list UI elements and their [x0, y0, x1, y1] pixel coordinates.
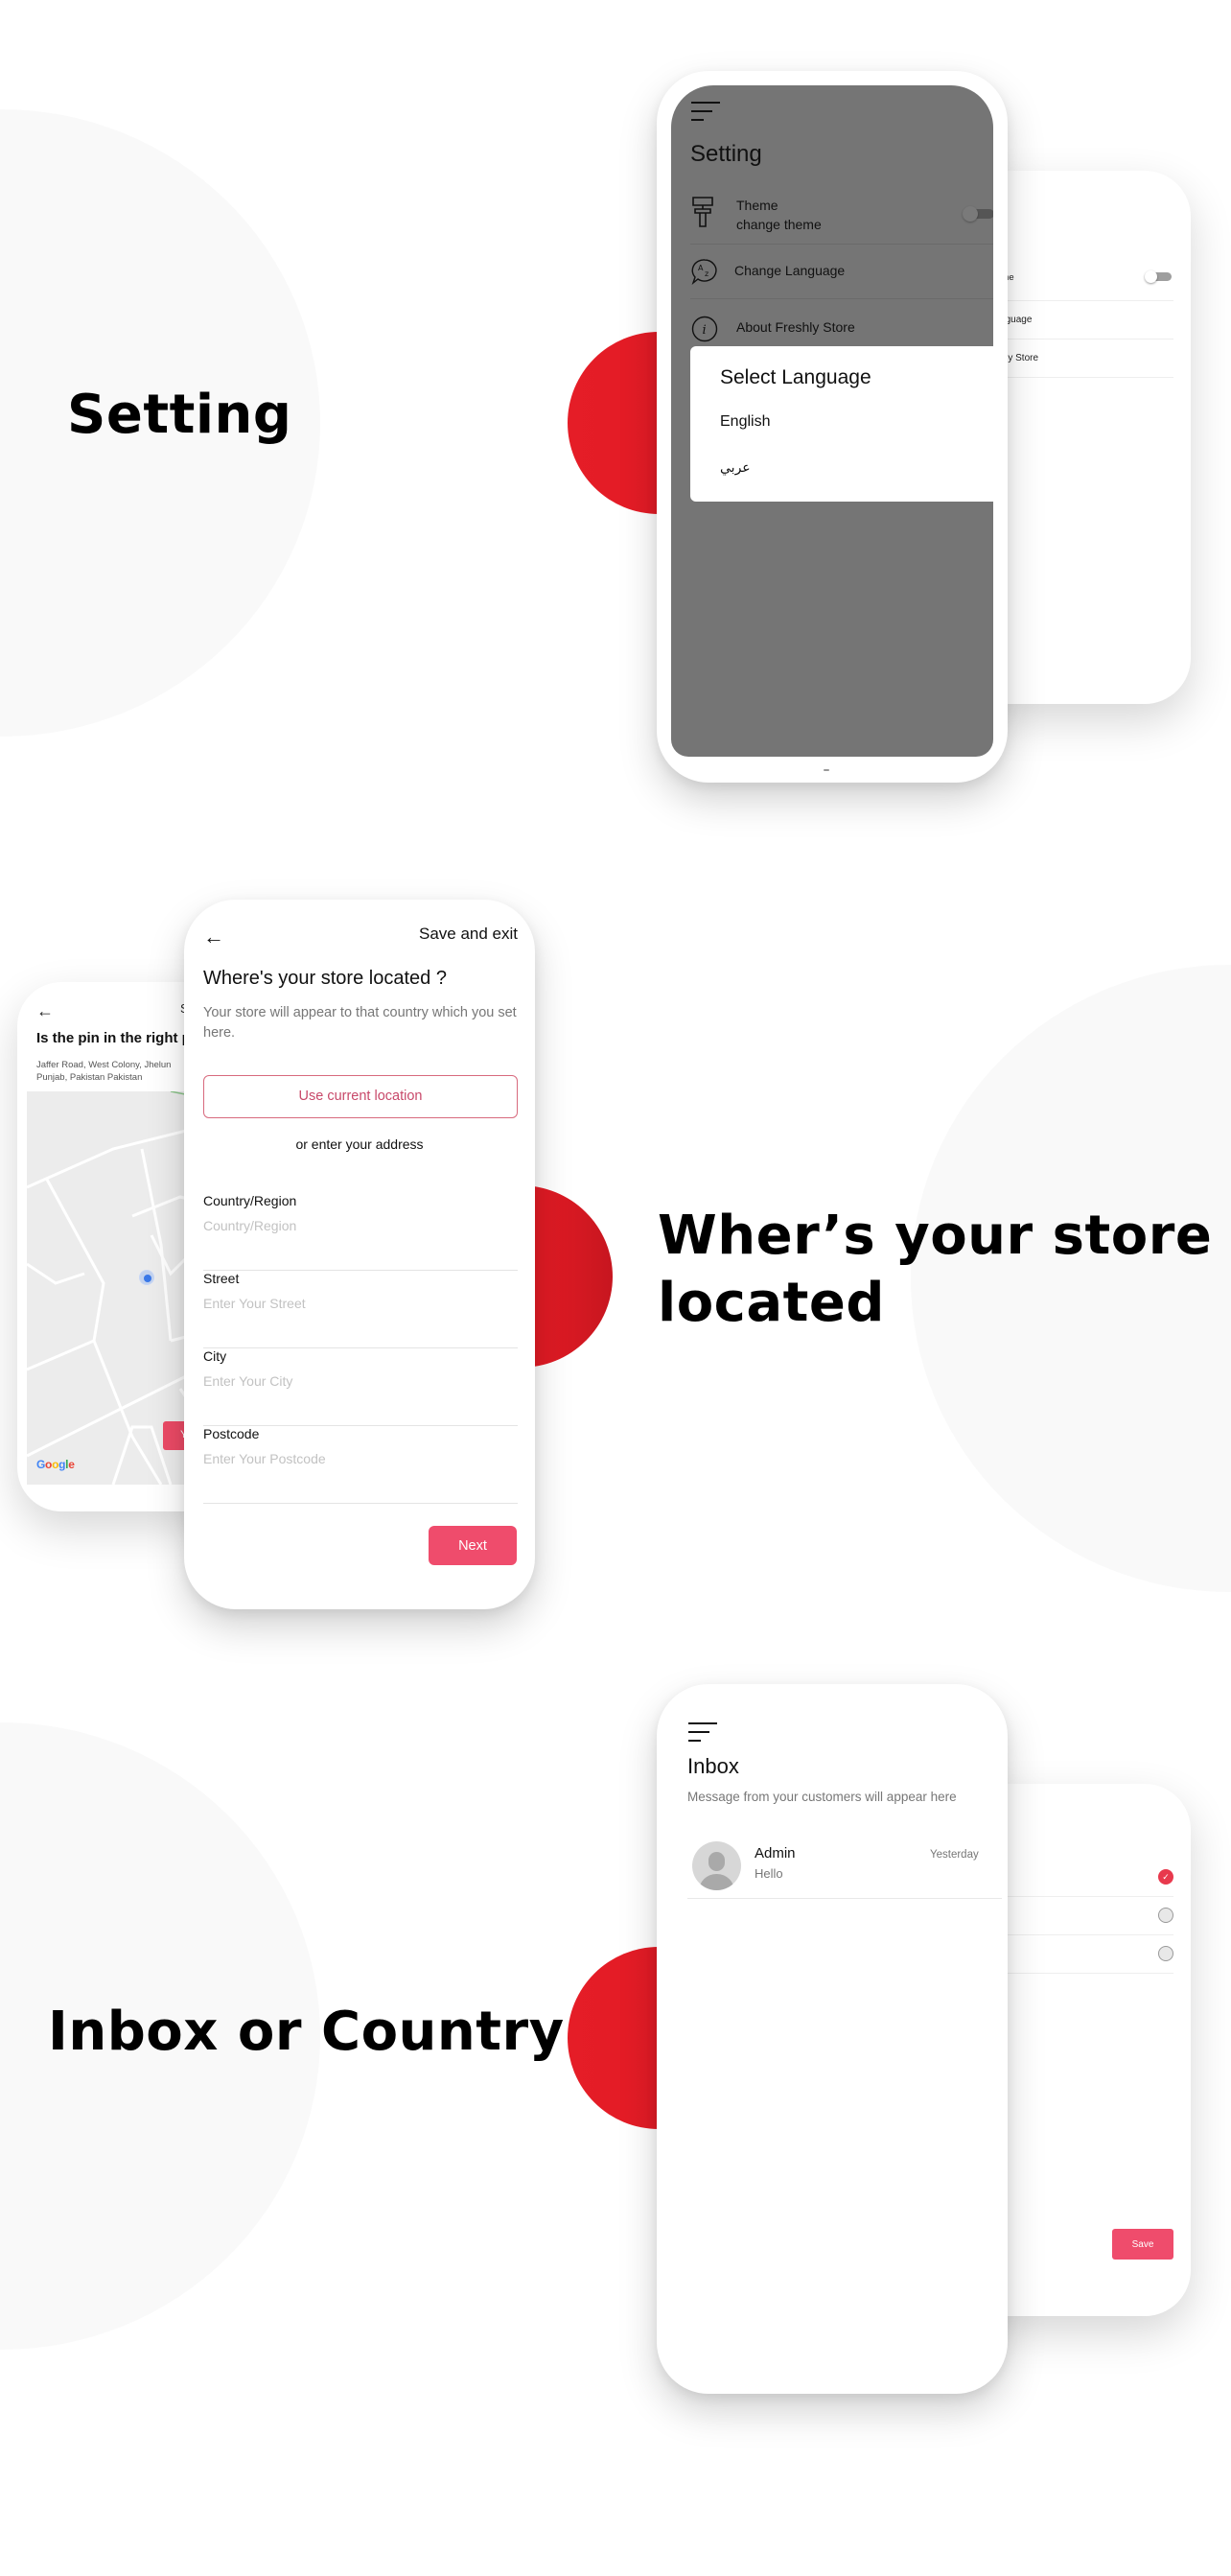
inbox-title: Inbox	[687, 1754, 739, 1778]
section-heading-inbox: Inbox or Country	[48, 2001, 565, 2063]
message-preview: Hello	[755, 1866, 783, 1881]
radio-unchecked-icon[interactable]	[1158, 1946, 1173, 1961]
city-input[interactable]	[203, 1373, 518, 1389]
svg-text:z: z	[705, 269, 708, 278]
store-location-phone: ← Save and exit Where's your store locat…	[184, 900, 535, 1609]
street-input[interactable]	[203, 1296, 518, 1311]
select-language-dialog: Select Language English عربي	[690, 346, 993, 502]
radio-checked-icon[interactable]: ✓	[1158, 1869, 1173, 1885]
pin-address: Jaffer Road, West Colony, Jhelun Punjab,…	[36, 1060, 172, 1084]
location-pin-icon	[139, 1270, 154, 1285]
pin-question: Is the pin in the right p	[36, 1030, 191, 1046]
use-current-location-button[interactable]: Use current location	[203, 1075, 518, 1118]
section-heading-setting: Setting	[67, 384, 292, 446]
radio-unchecked-icon[interactable]	[1158, 1908, 1173, 1923]
back-arrow-icon[interactable]: ←	[203, 925, 224, 949]
language-option-english[interactable]: English	[720, 413, 770, 431]
postcode-field: Postcode	[203, 1426, 518, 1504]
theme-row[interactable]: Theme change theme	[690, 185, 993, 245]
postcode-input[interactable]	[203, 1451, 518, 1466]
setting-screen-title: Setting	[690, 141, 762, 167]
google-logo: Google	[36, 1458, 75, 1471]
info-icon: i	[691, 316, 718, 342]
city-field: City	[203, 1348, 518, 1426]
setting-screen: Setting Theme change theme A z Change La…	[671, 85, 993, 757]
save-and-exit-link[interactable]: Save and exit	[419, 925, 518, 944]
message-time: Yesterday	[930, 1849, 979, 1861]
paint-roller-icon	[692, 197, 713, 227]
about-label: About Freshly Store	[736, 319, 855, 335]
setting-front-phone: Setting Theme change theme A z Change La…	[657, 71, 1008, 783]
inbox-subtitle: Message from your customers will appear …	[687, 1790, 957, 1804]
change-language-label: Change Language	[734, 263, 846, 278]
svg-text:A: A	[698, 264, 704, 272]
country-region-field: Country/Region	[203, 1193, 518, 1271]
section-heading-store: Wher’s your store located	[658, 1205, 1213, 1334]
avatar	[692, 1841, 741, 1890]
theme-toggle[interactable]	[963, 206, 993, 222]
sender-name: Admin	[755, 1845, 796, 1862]
next-button[interactable]: Next	[429, 1526, 517, 1565]
theme-subtitle: change theme	[736, 217, 822, 233]
dialog-title: Select Language	[720, 366, 871, 388]
or-enter-address-text: or enter your address	[295, 1136, 424, 1152]
message-list-item[interactable]: Admin Hello Yesterday	[687, 1832, 1002, 1899]
language-option-arabic[interactable]: عربي	[720, 459, 751, 476]
hamburger-menu-icon[interactable]	[688, 1722, 717, 1742]
inbox-phone: Inbox Message from your customers will a…	[657, 1684, 1008, 2394]
store-location-subtitle: Your store will appear to that country w…	[203, 1005, 517, 1042]
home-indicator	[824, 769, 829, 771]
theme-title: Theme	[736, 198, 778, 213]
save-button[interactable]: Save	[1112, 2229, 1173, 2260]
change-language-row[interactable]: A z Change Language	[690, 245, 993, 299]
country-region-input[interactable]	[203, 1218, 518, 1233]
hamburger-menu-icon[interactable]	[691, 102, 720, 121]
back-theme-toggle[interactable]	[1145, 270, 1172, 283]
store-location-question: Where's your store located ?	[203, 968, 447, 989]
back-arrow-icon[interactable]: ←	[36, 1001, 54, 1021]
street-field: Street	[203, 1271, 518, 1348]
translate-icon: A z	[691, 259, 717, 285]
svg-text:i: i	[703, 323, 707, 338]
